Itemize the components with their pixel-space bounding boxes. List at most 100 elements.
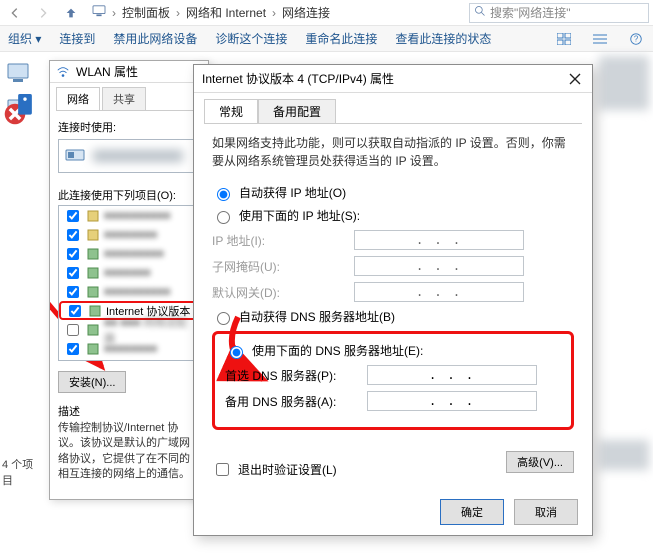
radio-manual-ip-input[interactable]: [217, 211, 230, 224]
subnet-input[interactable]: . . .: [354, 256, 524, 276]
radio-manual-ip[interactable]: 使用下面的 IP 地址(S):: [212, 207, 574, 224]
blurred-content: ■■■■■■■■■■: [104, 286, 170, 298]
radio-auto-dns-input[interactable]: [217, 312, 230, 325]
command-bar: 组织 ▾ 连接到 禁用此网络设备 诊断这个连接 重命名此连接 查看此连接的状态 …: [0, 26, 653, 52]
validate-label: 退出时验证设置(L): [238, 461, 337, 478]
item-checkbox[interactable]: [67, 248, 79, 260]
validate-checkbox[interactable]: [216, 463, 229, 476]
radio-auto-ip[interactable]: 自动获得 IP 地址(O): [212, 184, 574, 201]
radio-manual-dns-label: 使用下面的 DNS 服务器地址(E):: [252, 342, 423, 359]
up-button[interactable]: [60, 3, 82, 23]
item-checkbox[interactable]: [67, 324, 79, 336]
search-icon: [474, 5, 486, 20]
bc-mid[interactable]: 网络和 Internet: [186, 4, 266, 21]
alternate-dns-input[interactable]: . . .: [367, 391, 537, 411]
connect-using-label: 连接时使用:: [58, 119, 200, 135]
blurred-content: ■■ ■■■ 网络适配器: [104, 314, 195, 346]
item-checkbox[interactable]: [67, 343, 79, 355]
description-text: 传输控制协议/Internet 协议。该协议是默认的广域网络协议，它提供了在不同…: [58, 421, 200, 483]
forward-button[interactable]: [32, 3, 54, 23]
items-listbox[interactable]: ■■■■■■■■■■ ■■■■■■■■ ■■■■■■■■■ ■■■■■■■ ■■…: [58, 205, 200, 361]
radio-auto-dns-label: 自动获得 DNS 服务器地址(B): [239, 308, 395, 325]
monitor-icon: [92, 5, 106, 20]
blurred-content: ■■■■■■■■: [104, 343, 157, 355]
breadcrumb[interactable]: › 控制面板 › 网络和 Internet › 网络连接: [88, 4, 463, 21]
back-button[interactable]: [4, 3, 26, 23]
blurred-content: [93, 150, 183, 162]
item-checkbox[interactable]: [67, 229, 79, 241]
wlan-titlebar: WLAN 属性: [50, 61, 208, 83]
gateway-label: 默认网关(D):: [212, 284, 354, 301]
bc-leaf[interactable]: 网络连接: [282, 4, 330, 21]
intro-text: 如果网络支持此功能，则可以获取自动指派的 IP 设置。否则，你需要从网络系统管理…: [212, 134, 574, 170]
item-checkbox[interactable]: [67, 286, 79, 298]
preferred-dns-label: 首选 DNS 服务器(P):: [225, 367, 367, 384]
tab-network[interactable]: 网络: [56, 87, 100, 110]
close-button[interactable]: [566, 70, 584, 88]
adapter-box: [58, 139, 200, 173]
blurred-content: [599, 56, 649, 110]
dns-group-highlight: 使用下面的 DNS 服务器地址(E): 首选 DNS 服务器(P): . . .…: [212, 331, 574, 430]
list-item[interactable]: ■■■■■■■■■: [59, 244, 199, 263]
item-checkbox[interactable]: [67, 267, 79, 279]
cmd-diagnose[interactable]: 诊断这个连接: [215, 30, 287, 47]
ip-address-label: IP 地址(I):: [212, 232, 354, 249]
ipv4-properties-dialog: Internet 协议版本 4 (TCP/IPv4) 属性 常规 备用配置 如果…: [193, 64, 593, 536]
list-item[interactable]: ■■■■■■■■■■: [59, 206, 199, 225]
component-icon: [86, 247, 100, 261]
component-icon: [86, 209, 100, 223]
cancel-button[interactable]: 取消: [514, 499, 578, 525]
tab-general[interactable]: 常规: [204, 99, 258, 123]
wlan-properties-dialog: WLAN 属性 网络 共享 连接时使用: 此连接使用下列项目(O): ■■■■■…: [49, 60, 209, 500]
blurred-content: ■■■■■■■■■: [104, 248, 164, 260]
ip-address-input[interactable]: . . .: [354, 230, 524, 250]
wifi-icon: [56, 65, 70, 79]
explorer-topbar: › 控制面板 › 网络和 Internet › 网络连接 搜索"网络连接": [0, 0, 653, 26]
cmd-disable[interactable]: 禁用此网络设备: [113, 30, 197, 47]
item-checkbox[interactable]: [67, 210, 79, 222]
cmd-rename[interactable]: 重命名此连接: [305, 30, 377, 47]
radio-manual-ip-label: 使用下面的 IP 地址(S):: [239, 207, 360, 224]
tab-alternate[interactable]: 备用配置: [258, 99, 336, 123]
install-button[interactable]: 安装(N)...: [58, 371, 126, 393]
list-item[interactable]: ■■ ■■■ 网络适配器: [59, 320, 199, 339]
component-icon: [88, 304, 102, 318]
search-placeholder: 搜索"网络连接": [490, 4, 571, 21]
status-bar-count: 4 个项目: [0, 456, 44, 488]
component-icon: [86, 342, 100, 356]
ipv4-title: Internet 协议版本 4 (TCP/IPv4) 属性: [202, 70, 394, 87]
preferred-dns-input[interactable]: . . .: [367, 365, 537, 385]
cmd-status[interactable]: 查看此连接的状态: [395, 30, 491, 47]
item-checkbox[interactable]: [69, 305, 81, 317]
items-label: 此连接使用下列项目(O):: [58, 187, 200, 203]
bc-root[interactable]: 控制面板: [122, 4, 170, 21]
adapter-card-icon: [65, 147, 87, 165]
list-item[interactable]: ■■■■■■■■■■: [59, 282, 199, 301]
validate-checkbox-row[interactable]: 退出时验证设置(L): [212, 460, 337, 479]
radio-manual-dns[interactable]: 使用下面的 DNS 服务器地址(E):: [225, 342, 561, 359]
tab-sharing[interactable]: 共享: [102, 87, 146, 110]
search-input[interactable]: 搜索"网络连接": [469, 3, 649, 23]
cmd-organize[interactable]: 组织 ▾: [8, 30, 41, 47]
view-details-button[interactable]: [591, 31, 609, 47]
list-item[interactable]: ■■■■■■■■: [59, 225, 199, 244]
advanced-button[interactable]: 高级(V)...: [506, 451, 574, 473]
help-button[interactable]: ?: [627, 31, 645, 47]
list-item[interactable]: ■■■■■■■: [59, 263, 199, 282]
radio-auto-dns[interactable]: 自动获得 DNS 服务器地址(B): [212, 308, 574, 325]
wlan-title: WLAN 属性: [76, 63, 138, 80]
component-icon: [86, 285, 100, 299]
network-adapter-icon[interactable]: [4, 94, 38, 124]
radio-manual-dns-input[interactable]: [230, 346, 243, 359]
network-adapter-icon[interactable]: [4, 58, 38, 88]
radio-auto-ip-input[interactable]: [217, 188, 230, 201]
radio-auto-ip-label: 自动获得 IP 地址(O): [239, 184, 346, 201]
ok-button[interactable]: 确定: [440, 499, 504, 525]
blurred-content: ■■■■■■■■■■: [104, 210, 170, 222]
gateway-input[interactable]: . . .: [354, 282, 524, 302]
blurred-content: ■■■■■■■: [104, 267, 151, 279]
view-icons-button[interactable]: [555, 31, 573, 47]
subnet-label: 子网掩码(U):: [212, 258, 354, 275]
ipv4-titlebar: Internet 协议版本 4 (TCP/IPv4) 属性: [194, 65, 592, 93]
cmd-connect[interactable]: 连接到: [59, 30, 95, 47]
